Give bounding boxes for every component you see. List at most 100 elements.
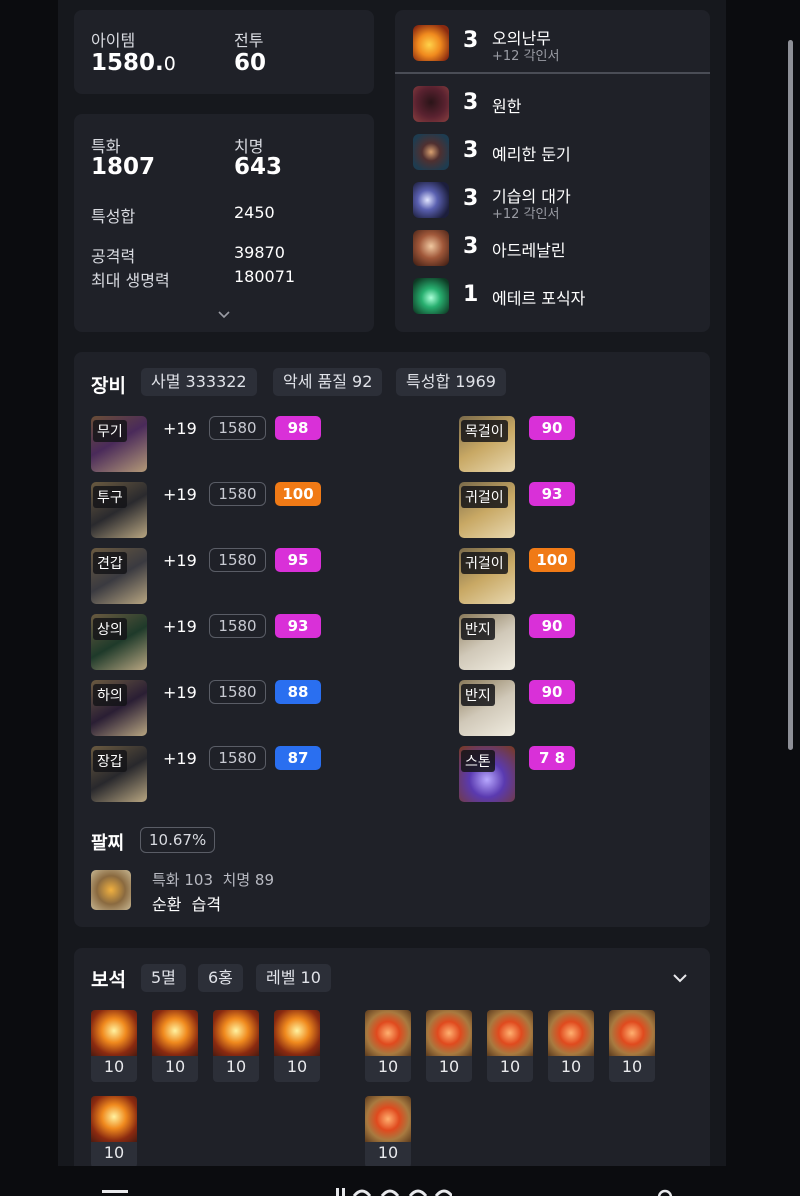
- blunt-thorn-icon: [413, 134, 449, 170]
- crimson-flame-gem-icon: [609, 1010, 655, 1056]
- master-ambush-icon: [413, 182, 449, 218]
- gloves-icon: 장갑: [91, 746, 147, 802]
- slot-label: 장갑: [93, 750, 127, 772]
- menu-icon[interactable]: [102, 1190, 128, 1196]
- refine-level: +19: [163, 485, 197, 504]
- engraving-row[interactable]: 3 예리한 둔기: [395, 130, 710, 176]
- ring-icon: 반지: [459, 614, 515, 670]
- earring-icon: 귀걸이: [459, 482, 515, 538]
- gem-slot[interactable]: 10: [152, 1010, 198, 1082]
- scrollbar-thumb[interactable]: [788, 40, 793, 750]
- slot-label: 무기: [93, 420, 127, 442]
- item-level-value: 1580.0: [91, 50, 176, 76]
- gem-slot[interactable]: 10: [487, 1010, 533, 1082]
- gem-slot[interactable]: 10: [426, 1010, 472, 1082]
- pants-icon: 하의: [91, 680, 147, 736]
- gem-tag: 6홍: [198, 964, 243, 992]
- gems-title: 보석: [91, 969, 126, 991]
- engraving-level: 3: [463, 90, 479, 115]
- gems-card: 보석 5멸 6홍 레벨 10 10 10 10 10 10 10 10 10 1…: [74, 948, 710, 1178]
- engraving-level: 3: [463, 28, 479, 53]
- item-level-badge: 1580: [209, 548, 266, 572]
- annihilation-gem-icon: [91, 1096, 137, 1142]
- refine-level: +19: [163, 617, 197, 636]
- engraving-row[interactable]: 3 아드레날린: [395, 226, 710, 272]
- stat-sum-value: 2450: [234, 203, 275, 222]
- gem-level: 10: [225, 1057, 247, 1076]
- crimson-flame-gem-icon: [365, 1096, 411, 1142]
- slot-label: 투구: [93, 486, 127, 508]
- weapon-icon: 무기: [91, 416, 147, 472]
- search-icon[interactable]: [656, 1188, 674, 1196]
- engraving-name: 아드레날린: [492, 241, 566, 260]
- crimson-flame-gem-icon: [365, 1010, 411, 1056]
- gem-level: 10: [560, 1057, 582, 1076]
- chevron-down-icon[interactable]: [672, 972, 688, 984]
- combat-level-label: 전투: [234, 31, 264, 50]
- gem-slot[interactable]: 10: [91, 1010, 137, 1082]
- quality-badge: 100: [529, 548, 575, 572]
- chest-icon: 상의: [91, 614, 147, 670]
- refine-level: +19: [163, 419, 197, 438]
- grudge-beast-icon: [413, 86, 449, 122]
- slot-label: 하의: [93, 684, 127, 706]
- attack-label: 공격력: [91, 247, 136, 266]
- bracelet-title: 팔찌: [91, 833, 125, 854]
- annihilation-gem-icon: [91, 1010, 137, 1056]
- max-hp-value: 180071: [234, 267, 296, 286]
- gem-slot[interactable]: 10: [548, 1010, 594, 1082]
- gem-slot[interactable]: 10: [609, 1010, 655, 1082]
- gem-level: 10: [438, 1057, 460, 1076]
- gem-level: 10: [103, 1143, 125, 1162]
- engraving-row[interactable]: 3 기습의 대가 +12 각인서: [395, 178, 710, 224]
- equipment-tag: 사멸 333322: [141, 368, 257, 396]
- slot-label: 목걸이: [461, 420, 508, 442]
- gem-level: 10: [286, 1057, 308, 1076]
- engraving-row[interactable]: 3 원한: [395, 82, 710, 128]
- gem-slot[interactable]: 10: [365, 1010, 411, 1082]
- gem-level: 10: [103, 1057, 125, 1076]
- quality-badge: 98: [275, 416, 321, 440]
- stat-sum-label: 특성합: [91, 207, 136, 226]
- gem-tag: 레벨 10: [256, 964, 331, 992]
- shoulder-icon: 견갑: [91, 548, 147, 604]
- item-level-decimal: 0: [163, 53, 176, 75]
- combat-level-value: 60: [234, 50, 267, 76]
- quality-badge: 100: [275, 482, 321, 506]
- gem-level: 10: [621, 1057, 643, 1076]
- crit-value: 643: [234, 154, 283, 180]
- necklace-icon: 목걸이: [459, 416, 515, 472]
- gem-slot[interactable]: 10: [91, 1096, 137, 1168]
- engraving-divider: [395, 72, 710, 74]
- quality-badge: 87: [275, 746, 321, 770]
- earring-icon: 귀걸이: [459, 548, 515, 604]
- engraving-name: 원한: [492, 97, 522, 116]
- engraving-row[interactable]: 1 에테르 포식자: [395, 274, 710, 320]
- engraving-book: +12 각인서: [492, 49, 560, 64]
- adrenaline-icon: [413, 230, 449, 266]
- bracelet-effects: 순환 습격: [152, 895, 222, 914]
- chevron-down-icon[interactable]: [217, 310, 231, 320]
- gem-level: 10: [377, 1057, 399, 1076]
- slot-label: 반지: [461, 618, 495, 640]
- max-hp-label: 최대 생명력: [91, 271, 170, 290]
- gem-slot[interactable]: 10: [274, 1010, 320, 1082]
- quality-badge: 95: [275, 548, 321, 572]
- gem-slot[interactable]: 10: [365, 1096, 411, 1168]
- logo-icon[interactable]: [336, 1188, 452, 1196]
- item-level-badge: 1580: [209, 614, 266, 638]
- annihilation-gem-icon: [152, 1010, 198, 1056]
- gem-level: 10: [377, 1143, 399, 1162]
- ring-icon: 반지: [459, 680, 515, 736]
- item-level-badge: 1580: [209, 482, 266, 506]
- annihilation-gem-icon: [213, 1010, 259, 1056]
- engravings-card: 3 오의난무 +12 각인서 3 원한 3 예리한 둔기 3 기습의 대가 +1…: [395, 10, 710, 332]
- engraving-name: 예리한 둔기: [492, 145, 571, 164]
- engraving-row[interactable]: 3 오의난무 +12 각인서: [395, 20, 710, 66]
- crimson-flame-gem-icon: [487, 1010, 533, 1056]
- refine-level: +19: [163, 749, 197, 768]
- refine-level: +19: [163, 683, 197, 702]
- slot-label: 스톤: [461, 750, 495, 772]
- gem-slot[interactable]: 10: [213, 1010, 259, 1082]
- bracelet-icon[interactable]: [91, 870, 131, 910]
